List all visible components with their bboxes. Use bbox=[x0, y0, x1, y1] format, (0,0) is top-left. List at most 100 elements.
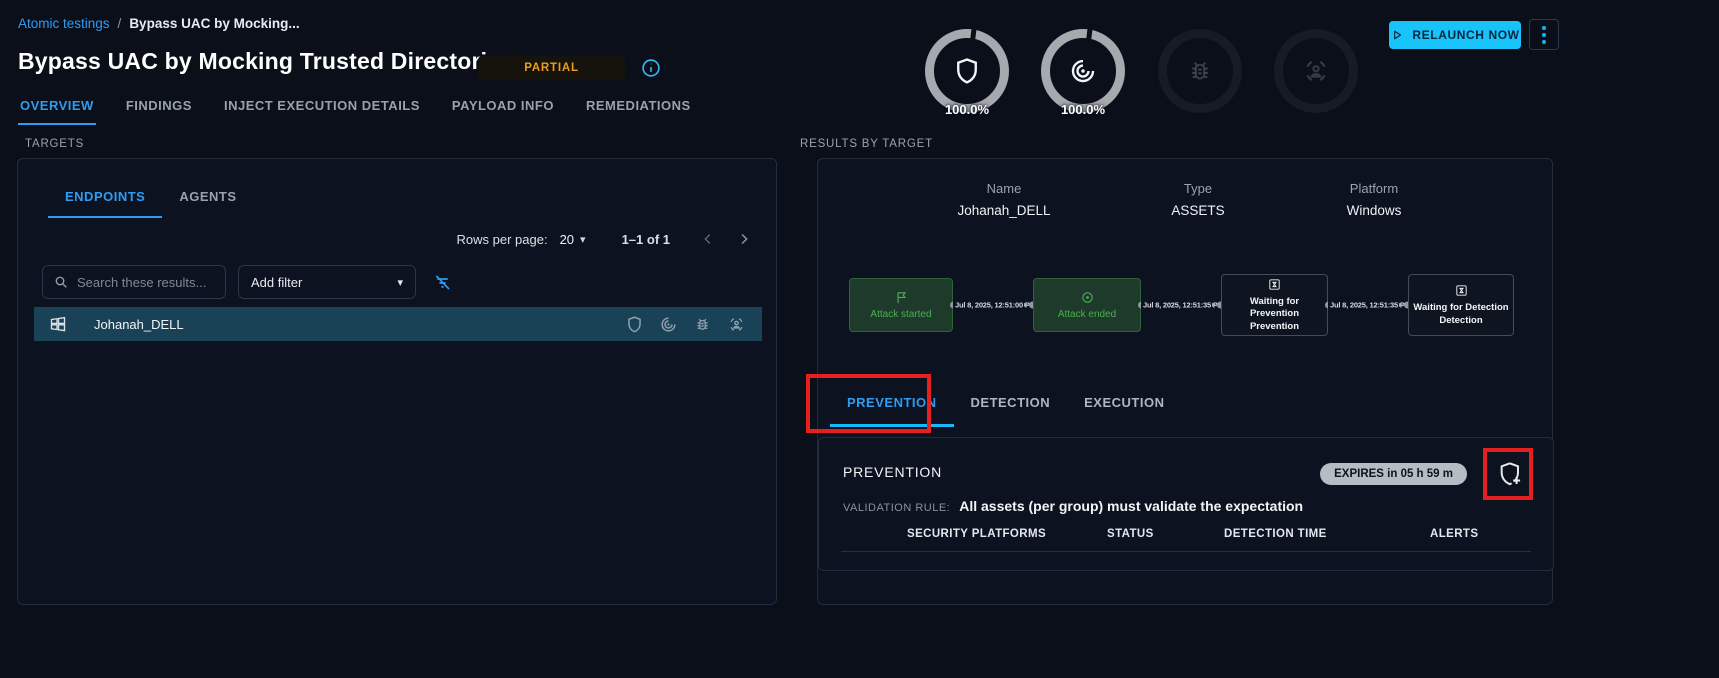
relaunch-now-button[interactable]: RELAUNCH NOW bbox=[1389, 21, 1521, 49]
tab-payload-info[interactable]: PAYLOAD INFO bbox=[450, 94, 556, 125]
tab-prevention[interactable]: PREVENTION bbox=[830, 381, 954, 427]
timeline-node-waiting-detection: Waiting for Detection Detection bbox=[1408, 274, 1514, 336]
more-options-button[interactable] bbox=[1529, 19, 1559, 50]
clear-filters-button[interactable] bbox=[432, 270, 456, 294]
gauge-human-response-score bbox=[1274, 29, 1358, 113]
person-target-icon bbox=[727, 315, 746, 334]
search-icon bbox=[53, 274, 69, 290]
summary-platform-label: Platform bbox=[1347, 181, 1402, 196]
prevention-card: PREVENTION EXPIRES in 05 h 59 m VALIDATI… bbox=[818, 437, 1554, 571]
summary-type-label: Type bbox=[1171, 181, 1224, 196]
endpoint-row-johanah-dell[interactable]: Johanah_DELL bbox=[34, 307, 762, 341]
next-page-button[interactable] bbox=[732, 227, 756, 251]
tab-overview[interactable]: OVERVIEW bbox=[18, 94, 96, 125]
validation-rule-value: All assets (per group) must validate the… bbox=[959, 498, 1303, 514]
targets-tabs: ENDPOINTS AGENTS bbox=[48, 183, 254, 218]
column-detection-time: DETECTION TIME bbox=[1224, 528, 1430, 540]
flag-icon bbox=[894, 290, 909, 309]
tab-endpoints[interactable]: ENDPOINTS bbox=[48, 183, 162, 218]
endpoint-name: Johanah_DELL bbox=[94, 317, 625, 332]
endpoint-status-icons bbox=[625, 315, 762, 334]
validation-rule-row: VALIDATION RULE: All assets (per group) … bbox=[843, 498, 1303, 514]
summary-platform: Platform Windows bbox=[1347, 181, 1402, 218]
rows-per-page-value: 20 bbox=[560, 232, 574, 247]
bug-icon bbox=[693, 315, 712, 334]
timeline-node-label: Attack ended bbox=[1058, 309, 1116, 320]
relaunch-now-label: RELAUNCH NOW bbox=[1412, 28, 1519, 42]
column-security-platforms: SECURITY PLATFORMS bbox=[907, 528, 1107, 540]
tab-detection[interactable]: DETECTION bbox=[954, 381, 1068, 427]
gauge-detection-score: 100.0% bbox=[1041, 29, 1125, 113]
tab-execution[interactable]: EXECUTION bbox=[1067, 381, 1181, 427]
timeline-node-attack-started: Attack started bbox=[849, 278, 953, 332]
timeline-node-label: Attack started bbox=[870, 309, 931, 320]
pending-icon bbox=[1267, 277, 1282, 296]
caret-down-icon: ▾ bbox=[397, 276, 403, 289]
tab-agents[interactable]: AGENTS bbox=[162, 183, 253, 218]
play-icon bbox=[1390, 28, 1404, 42]
timeline-connector: Jul 8, 2025, 12:51:35 PM ▸ bbox=[1141, 298, 1221, 312]
gauge-value: 100.0% bbox=[925, 102, 1009, 117]
breadcrumb-link-atomic-testings[interactable]: Atomic testings bbox=[18, 16, 110, 31]
caret-down-icon: ▾ bbox=[580, 233, 586, 246]
add-filter-label: Add filter bbox=[251, 275, 397, 290]
filter-row: Add filter ▾ bbox=[42, 265, 456, 299]
result-tabs: PREVENTION DETECTION EXECUTION bbox=[830, 381, 1181, 427]
bug-icon bbox=[1185, 56, 1215, 86]
arrow-right-icon: ▸ bbox=[1212, 301, 1216, 309]
tab-remediations[interactable]: REMEDIATIONS bbox=[584, 94, 693, 125]
main-tabs: OVERVIEW FINDINGS INJECT EXECUTION DETAI… bbox=[18, 94, 693, 125]
attack-timeline: Attack started Jul 8, 2025, 12:51:00 PM … bbox=[818, 274, 1552, 342]
filter-off-icon bbox=[432, 272, 456, 293]
gauge-prevention-score: 100.0% bbox=[925, 29, 1009, 113]
shield-plus-icon bbox=[1497, 460, 1529, 488]
add-security-platform-button[interactable] bbox=[1497, 458, 1529, 490]
summary-name: Name Johanah_DELL bbox=[957, 181, 1050, 218]
timeline-connector: Jul 8, 2025, 12:51:35 PM ▸ bbox=[1328, 298, 1408, 312]
targets-panel: ENDPOINTS AGENTS Rows per page: 20 ▾ 1–1… bbox=[17, 158, 777, 605]
timeline-connector: Jul 8, 2025, 12:51:00 PM ▸ bbox=[953, 298, 1033, 312]
rows-per-page-select[interactable]: 20 ▾ bbox=[560, 232, 586, 247]
pagination-range: 1–1 of 1 bbox=[622, 232, 670, 247]
summary-platform-value: Windows bbox=[1347, 203, 1402, 218]
search-box bbox=[42, 265, 226, 299]
arrow-right-icon: ▸ bbox=[1399, 301, 1403, 309]
gauge-vulnerability-score bbox=[1158, 29, 1242, 113]
kebab-icon bbox=[1542, 26, 1546, 30]
column-alerts: ALERTS bbox=[1430, 528, 1553, 540]
summary-type-value: ASSETS bbox=[1171, 203, 1224, 218]
shield-icon bbox=[952, 56, 982, 86]
timeline-node-label: Waiting for Prevention bbox=[1226, 296, 1323, 321]
timeline-node-sublabel: Detection bbox=[1439, 315, 1482, 327]
shield-icon bbox=[625, 315, 644, 334]
status-badge: PARTIAL bbox=[478, 56, 625, 80]
tab-inject-execution-details[interactable]: INJECT EXECUTION DETAILS bbox=[222, 94, 422, 125]
summary-type: Type ASSETS bbox=[1171, 181, 1224, 218]
target-icon bbox=[1080, 290, 1095, 309]
tab-findings[interactable]: FINDINGS bbox=[124, 94, 194, 125]
expires-chip: EXPIRES in 05 h 59 m bbox=[1320, 463, 1467, 485]
gauge-value: 100.0% bbox=[1041, 102, 1125, 117]
table-divider bbox=[841, 551, 1531, 552]
timeline-node-waiting-prevention: Waiting for Prevention Prevention bbox=[1221, 274, 1328, 336]
rows-per-page-label: Rows per page: bbox=[457, 232, 548, 247]
targets-section-label: TARGETS bbox=[25, 138, 84, 150]
radar-icon bbox=[1068, 56, 1098, 86]
pagination-bar: Rows per page: 20 ▾ 1–1 of 1 bbox=[457, 225, 756, 253]
arrow-right-icon: ▸ bbox=[1024, 301, 1028, 309]
add-filter-select[interactable]: Add filter ▾ bbox=[238, 265, 416, 299]
timeline-node-attack-ended: Attack ended bbox=[1033, 278, 1141, 332]
search-input[interactable] bbox=[77, 275, 215, 290]
results-section-label: RESULTS BY TARGET bbox=[800, 138, 933, 150]
previous-page-button[interactable] bbox=[696, 227, 720, 251]
breadcrumb: Atomic testings / Bypass UAC by Mocking.… bbox=[18, 16, 300, 31]
pending-icon bbox=[1454, 283, 1469, 302]
summary-name-label: Name bbox=[957, 181, 1050, 196]
results-by-target-panel: Name Johanah_DELL Type ASSETS Platform W… bbox=[817, 158, 1553, 605]
breadcrumb-separator: / bbox=[118, 16, 122, 31]
validation-rule-label: VALIDATION RULE: bbox=[843, 502, 950, 514]
expectation-table-header: SECURITY PLATFORMS STATUS DETECTION TIME… bbox=[819, 528, 1553, 540]
radar-icon bbox=[659, 315, 678, 334]
info-icon[interactable] bbox=[640, 57, 662, 79]
windows-icon bbox=[48, 314, 68, 334]
